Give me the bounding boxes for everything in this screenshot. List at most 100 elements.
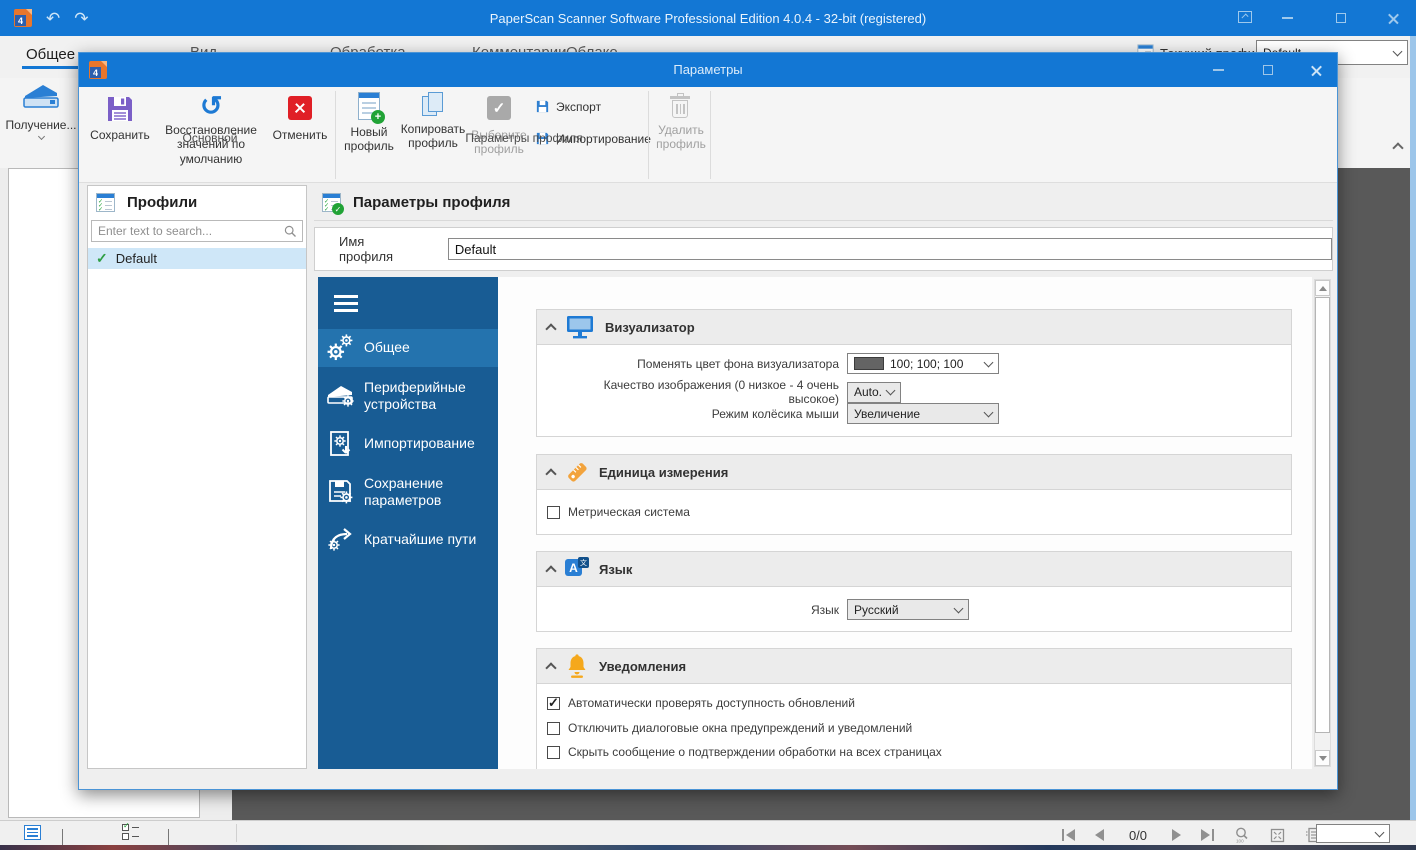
page-indicator: 0/0 (1128, 827, 1148, 843)
bg-color-combo[interactable]: 100; 100; 100 (847, 353, 999, 374)
ruler-icon (568, 463, 587, 482)
prev-page-button[interactable] (1095, 829, 1104, 841)
profile-name-input[interactable] (447, 238, 1332, 260)
section-units-header[interactable]: Единица измерения (536, 454, 1292, 490)
profile-params-icon: ✓ ✓ ✓ ✓ (322, 193, 344, 215)
metric-system-checkbox-row[interactable]: Метрическая система (547, 505, 690, 519)
screen: 4 ↶ ↷ PaperScan Scanner Software Profess… (0, 0, 1416, 850)
save-floppy-icon (108, 97, 132, 121)
statusbar: 0/0 100 (0, 820, 1416, 849)
maximize-button[interactable] (1326, 7, 1356, 29)
close-button[interactable] (1378, 7, 1408, 29)
section-notifications-header[interactable]: Уведомления (536, 648, 1292, 684)
collapse-chevron-icon (545, 661, 557, 674)
minimize-button[interactable] (1272, 7, 1302, 29)
language-combo[interactable]: Русский (847, 599, 969, 620)
new-profile-icon: + (358, 92, 385, 124)
dialog-title: Параметры (673, 62, 743, 77)
profile-name-label: Имя профиля (339, 234, 394, 264)
scrollbar-thumb[interactable] (1315, 297, 1330, 733)
bg-color-label: Поменять цвет фона визуализатора (637, 356, 839, 371)
hamburger-menu-icon[interactable] (334, 295, 358, 312)
active-profile-check-icon: ✓ (96, 250, 108, 266)
hide-confirm-checkbox-row[interactable]: Скрыть сообщение о подтверждении обработ… (547, 745, 942, 759)
scanner-icon (23, 85, 59, 108)
collapse-chevron-icon (545, 564, 557, 577)
zoom-100-icon[interactable]: 100 (1234, 827, 1250, 843)
toolbar-group-main-label: Основной (182, 131, 238, 145)
fit-page-icon[interactable] (1270, 828, 1285, 843)
tab-general[interactable]: Общее (16, 40, 85, 72)
wheel-mode-combo[interactable]: Увеличение (847, 403, 999, 424)
section-visualizer-header[interactable]: Визуализатор (536, 309, 1292, 345)
first-page-button[interactable] (1062, 829, 1075, 841)
scroll-up-button[interactable] (1315, 280, 1330, 296)
chevron-down-icon (37, 132, 45, 141)
dialog-close-button[interactable] (1301, 59, 1331, 81)
disable-dialogs-checkbox[interactable] (547, 721, 560, 735)
toolbar-divider (335, 91, 336, 179)
search-icon (284, 225, 296, 237)
export-floppy-icon (536, 100, 549, 113)
disable-dialogs-checkbox-row[interactable]: Отключить диалоговые окна предупреждений… (547, 721, 912, 735)
check-updates-checkbox[interactable] (547, 695, 560, 711)
wheel-mode-label: Режим колёсика мыши (711, 406, 839, 421)
profiles-search-input[interactable] (91, 220, 303, 242)
profiles-search (91, 220, 303, 242)
select-check-icon: ✓ (487, 96, 511, 120)
restore-defaults-button[interactable]: ↻ Восстановление значений по умолчанию (157, 91, 265, 166)
select-profile-button[interactable]: ✓ Выберите профиль (469, 93, 529, 157)
dialog-maximize-button[interactable] (1253, 59, 1283, 81)
profile-name-row: Имя профиля (314, 227, 1333, 271)
translate-icon: A 文 (565, 557, 589, 581)
metric-system-checkbox[interactable] (547, 505, 560, 519)
profiles-panel: ✓✓✓ Профили ✓ Default (87, 185, 307, 769)
statusbar-divider (236, 824, 237, 842)
nav-item-import[interactable]: Импортирование (318, 425, 498, 463)
shortcut-arrow-icon (318, 527, 364, 553)
check-updates-checkbox-row[interactable]: Автоматически проверять доступность обно… (547, 695, 855, 711)
last-page-button[interactable] (1201, 829, 1214, 841)
profiles-panel-title: Профили (127, 194, 198, 211)
profile-list-item[interactable]: ✓ Default (88, 248, 306, 269)
settings-dialog: 4 Параметры Сохранить ↻ Восстановление з… (78, 52, 1338, 790)
window-right-border (1410, 36, 1416, 848)
thumbnail-view-icon[interactable] (24, 825, 41, 840)
nav-item-shortcuts[interactable]: Кратчайшие пути (318, 521, 498, 559)
scroll-down-button[interactable] (1315, 750, 1330, 766)
settings-content: Визуализатор Поменять цвет фона визуализ… (498, 277, 1312, 769)
section-visualizer: Визуализатор Поменять цвет фона визуализ… (536, 309, 1292, 437)
scanner-device-icon (318, 383, 364, 409)
profile-params-title: Параметры профиля (353, 194, 511, 211)
profile-params-header: ✓ ✓ ✓ ✓ Параметры профиля (314, 185, 1333, 221)
nav-item-general[interactable]: Общее (318, 329, 498, 367)
section-units: Единица измерения Метрическая система (536, 454, 1292, 535)
hide-confirm-checkbox[interactable] (547, 745, 560, 759)
collapse-ribbon-chevron-icon[interactable] (1392, 142, 1404, 154)
collapse-chevron-icon (545, 322, 557, 335)
toolbar-divider (710, 91, 711, 179)
settings-scrollbar[interactable] (1314, 279, 1331, 767)
save-params-floppy-icon (318, 478, 364, 506)
next-page-button[interactable] (1172, 829, 1181, 841)
dialog-minimize-button[interactable] (1203, 59, 1233, 81)
window-title: PaperScan Scanner Software Professional … (489, 10, 927, 26)
restore-arrow-icon: ↻ (199, 91, 223, 121)
export-button[interactable]: Экспорт (535, 99, 601, 114)
quality-combo[interactable]: Auto. (847, 381, 901, 403)
section-language: A 文 Язык Язык Русский (536, 551, 1292, 632)
section-language-header[interactable]: A 文 Язык (536, 551, 1292, 587)
import-doc-icon (318, 430, 364, 458)
checklist-view-icon[interactable] (122, 821, 139, 840)
desktop-wallpaper-sliver (0, 845, 1416, 850)
acquire-button[interactable]: Получение... (6, 82, 76, 164)
monitor-icon (567, 316, 593, 339)
profiles-list-icon: ✓ ✓ ✓ (96, 193, 115, 213)
svg-text:100: 100 (1236, 839, 1244, 844)
bell-icon (568, 654, 586, 678)
settings-nav-sidebar: Общее Периферийные устройства Импортиров… (318, 277, 498, 769)
ribbon-pin-icon[interactable] (1238, 11, 1252, 23)
nav-item-save-params[interactable]: Сохранение параметров (318, 467, 498, 517)
zoom-level-combo[interactable] (1316, 824, 1390, 843)
nav-item-peripherals[interactable]: Периферийные устройства (318, 371, 498, 421)
